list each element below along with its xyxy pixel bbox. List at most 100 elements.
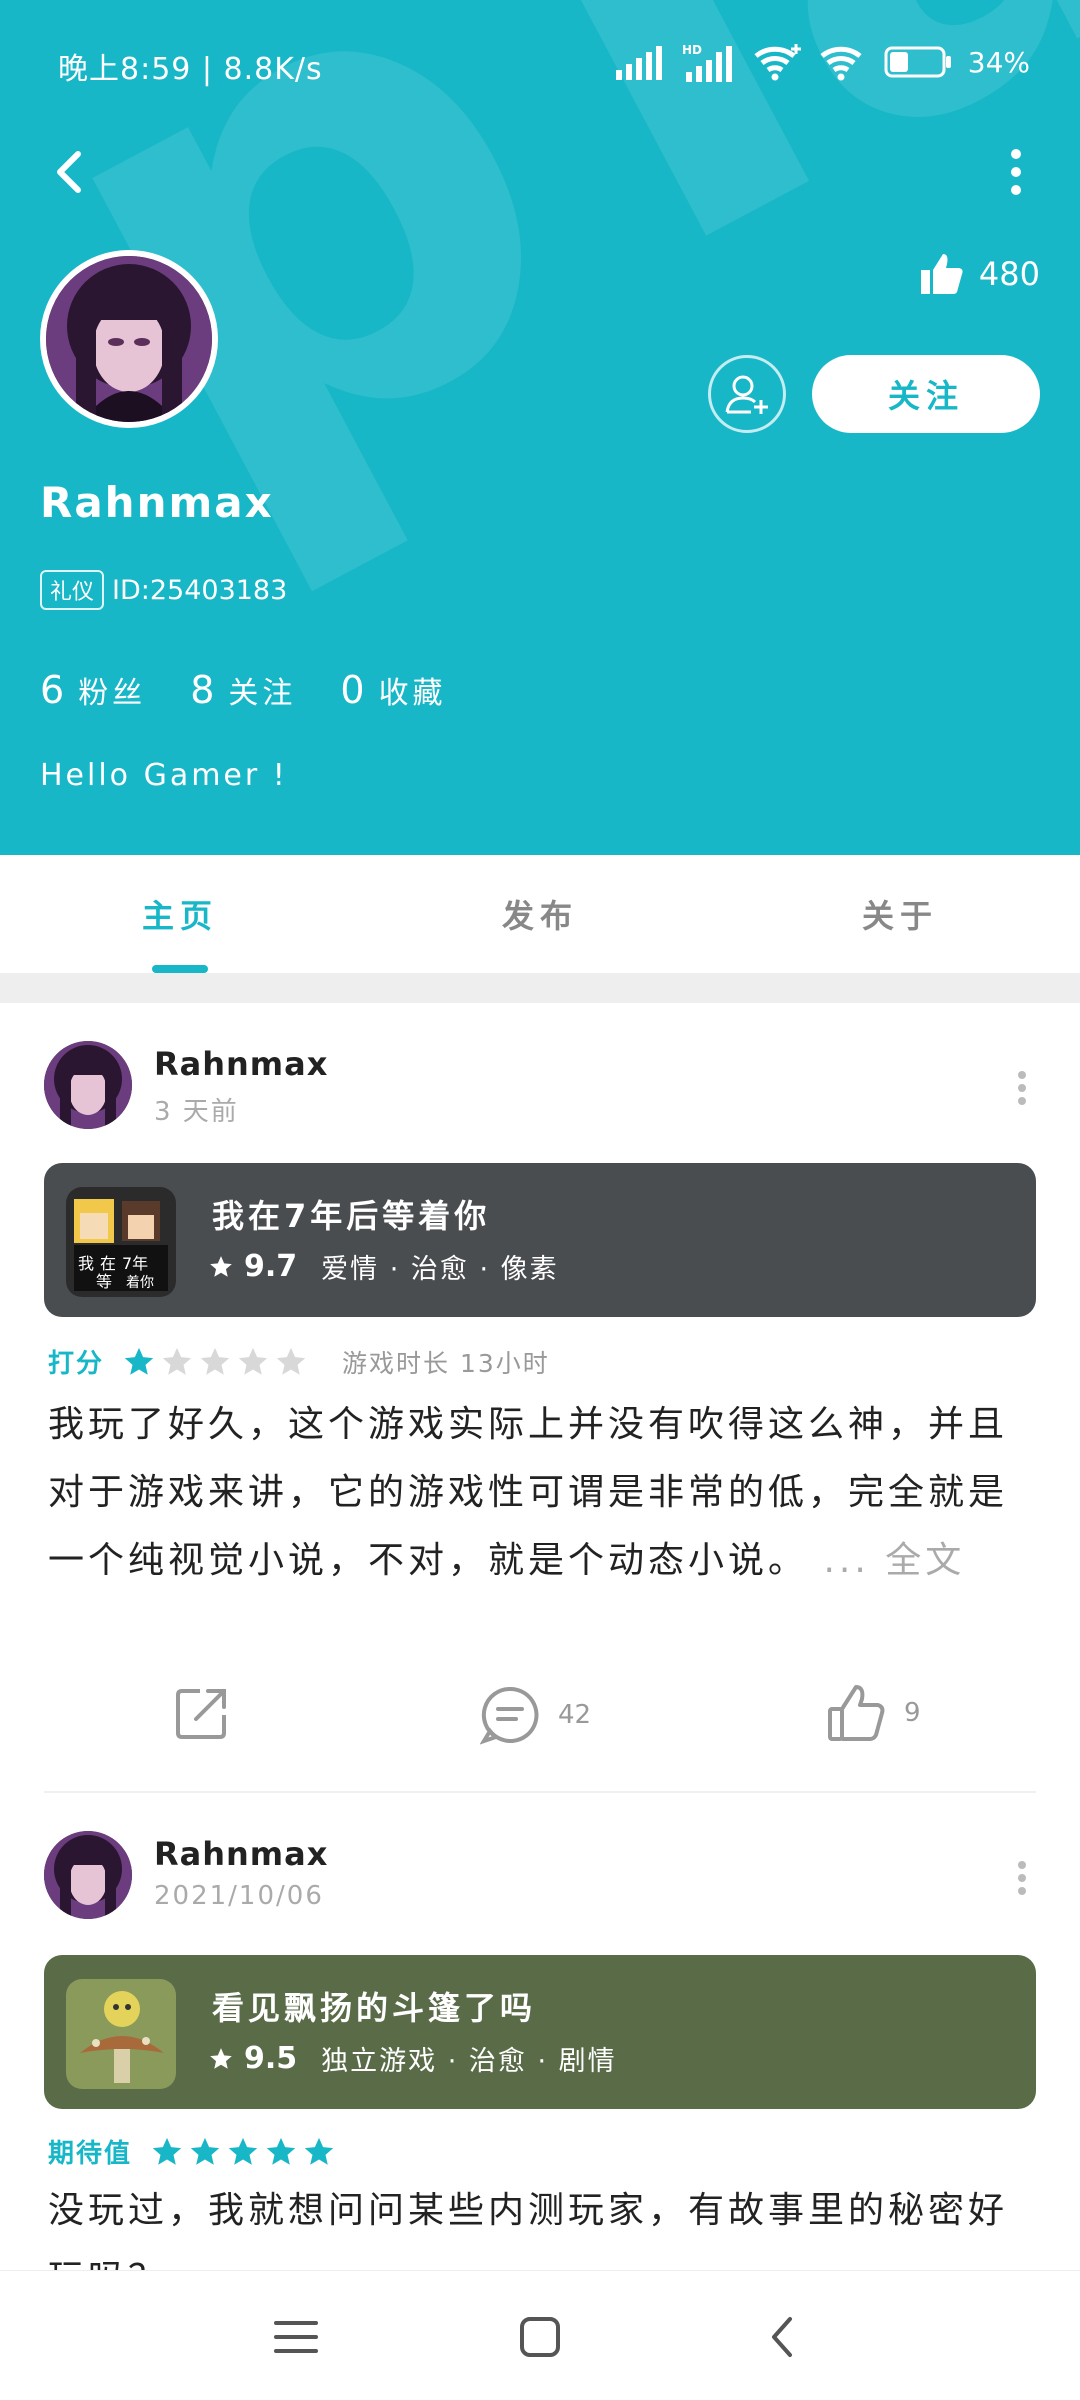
comment-icon: [480, 1686, 539, 1745]
avatar-image: [44, 1041, 132, 1129]
back-button[interactable]: [40, 140, 104, 204]
user-badge[interactable]: 礼仪: [40, 570, 105, 610]
more-vertical-icon: [1011, 149, 1021, 195]
svg-text:在: 在: [100, 1254, 116, 1273]
post-body[interactable]: 没玩过，我就想问问某些内测玩家，有故事里的秘密好玩吗？: [48, 2177, 1038, 2270]
post-avatar[interactable]: [44, 1041, 132, 1129]
stat-favorites[interactable]: 0 收藏: [340, 668, 446, 712]
game-tags: 独立游戏 · 治愈 · 剧情: [321, 2046, 617, 2077]
stat-followers[interactable]: 6 粉丝: [40, 668, 146, 712]
game-card[interactable]: 看见飘扬的斗篷了吗 9.5 独立游戏 · 治愈 · 剧情: [44, 1955, 1036, 2109]
post-avatar[interactable]: [44, 1831, 132, 1919]
profile-username: Rahnmax: [40, 478, 274, 527]
share-icon: [176, 1689, 226, 1739]
more-options-button[interactable]: [976, 140, 1040, 204]
post-more-button[interactable]: [1000, 1853, 1040, 1903]
like-count: 9: [904, 1698, 921, 1728]
game-cover-image: [66, 1979, 176, 2089]
post-header: Rahnmax 3 天前: [44, 1041, 1040, 1131]
comment-button[interactable]: 42: [480, 1685, 591, 1745]
svg-text:我: 我: [78, 1254, 94, 1273]
post-body[interactable]: 我玩了好久，这个游戏实际上并没有吹得这么神，并且对于游戏来讲，它的游戏性可谓是非…: [48, 1391, 1038, 1595]
game-meta: 9.5 独立游戏 · 治愈 · 剧情: [208, 2039, 617, 2078]
stat-label: 关注: [228, 676, 297, 711]
game-icon: [66, 1979, 176, 2089]
star-icon: [210, 2047, 232, 2069]
stat-label: 收藏: [378, 676, 447, 711]
feed-post: Rahnmax 3 天前 我 在 7年 等 着你 我在7年后等着你 9.7 爱情…: [0, 1003, 1080, 1793]
battery-icon: [884, 46, 951, 78]
tab-posts[interactable]: 发布: [360, 855, 720, 973]
playtime: 游戏时长 13小时: [342, 1348, 550, 1378]
post-header: Rahnmax 2021/10/06: [44, 1831, 1040, 1921]
more-vertical-icon: [1018, 1071, 1026, 1105]
stat-label: 粉丝: [78, 676, 147, 711]
add-friend-button[interactable]: [708, 355, 786, 433]
post-more-button[interactable]: [1000, 1063, 1040, 1113]
thumbs-up-icon: [920, 254, 963, 294]
signal-icon: [615, 46, 662, 80]
status-icons: HD 34%: [615, 40, 1030, 84]
game-score: 9.7: [244, 1249, 298, 1284]
stat-following[interactable]: 8 关注: [190, 668, 296, 712]
wifi-icon: [754, 44, 801, 81]
follow-button[interactable]: 关注: [812, 355, 1040, 433]
user-id: ID:25403183: [112, 574, 288, 606]
signal-hd-icon: HD: [682, 43, 732, 82]
comment-count: 42: [558, 1700, 592, 1730]
star-icon: [200, 1347, 230, 1375]
profile-stats: 6 粉丝 8 关注 0 收藏: [40, 668, 447, 712]
share-button[interactable]: [172, 1683, 232, 1743]
status-bar: 晚上8:59 | 8.8K/s HD 34%: [0, 0, 1080, 120]
nav-menu-button[interactable]: [270, 2311, 322, 2363]
svg-text:等: 等: [96, 1272, 112, 1291]
likes-count: 480: [978, 255, 1040, 293]
profile-likes[interactable]: 480: [919, 252, 1040, 296]
rating-row: 打分 游戏时长 13小时: [48, 1343, 550, 1380]
game-icon: 我 在 7年 等 着你: [66, 1187, 176, 1297]
profile-header: pTap 晚上8:59 | 8.8K/s HD: [0, 0, 1080, 855]
star-icon: [124, 1347, 154, 1375]
star-icon: [304, 2137, 334, 2165]
star-icon: [162, 1347, 192, 1375]
post-actions: 42 9: [0, 1673, 1080, 1753]
feed-post: Rahnmax 2021/10/06 看见飘扬的斗篷了吗 9.5 独立游戏 · …: [0, 1793, 1080, 2270]
star-icon: [276, 1347, 306, 1375]
post-username[interactable]: Rahnmax: [154, 1045, 328, 1083]
thumbs-up-outline-icon: [828, 1685, 885, 1741]
profile-bio: Hello Gamer !: [40, 758, 288, 793]
game-title: 我在7年后等着你: [212, 1197, 491, 1235]
game-title: 看见飘扬的斗篷了吗: [212, 1989, 537, 2027]
chevron-left-icon: [772, 2317, 792, 2357]
status-time: 晚上8:59 | 8.8K/s: [58, 52, 323, 87]
star-icon: [228, 2137, 258, 2165]
tab-home[interactable]: 主页: [0, 855, 360, 973]
post-time: 3 天前: [154, 1097, 239, 1127]
post-username[interactable]: Rahnmax: [154, 1835, 328, 1873]
avatar[interactable]: [40, 250, 218, 428]
svg-text:着你: 着你: [126, 1275, 154, 1291]
read-more-link[interactable]: ... 全文: [823, 1540, 965, 1581]
star-icon: [238, 1347, 268, 1375]
like-button[interactable]: 9: [826, 1683, 921, 1743]
menu-icon: [274, 2321, 318, 2353]
star-icon: [210, 1255, 232, 1277]
stat-number: 6: [40, 668, 65, 712]
section-divider: [0, 973, 1080, 1003]
nav-back-button[interactable]: [758, 2311, 810, 2363]
game-tags: 爱情 · 治愈 · 像素: [321, 1254, 559, 1285]
nav-home-button[interactable]: [514, 2311, 566, 2363]
tab-about[interactable]: 关于: [720, 855, 1080, 973]
star-icon: [190, 2137, 220, 2165]
battery-percent: 34%: [967, 45, 1030, 79]
stat-number: 8: [190, 668, 215, 712]
profile-tabs: 主页 发布 关于: [0, 855, 1080, 973]
game-card[interactable]: 我 在 7年 等 着你 我在7年后等着你 9.7 爱情 · 治愈 · 像素: [44, 1163, 1036, 1317]
rating-row: 期待值: [48, 2133, 336, 2170]
rating-label: 打分: [48, 1349, 105, 1379]
star-icon: [152, 2137, 182, 2165]
svg-text:7年: 7年: [122, 1254, 148, 1273]
more-vertical-icon: [1018, 1861, 1026, 1895]
post-text: 没玩过，我就想问问某些内测玩家，有故事里的秘密好玩吗？: [48, 2190, 1009, 2270]
game-meta: 9.7 爱情 · 治愈 · 像素: [208, 1247, 559, 1286]
